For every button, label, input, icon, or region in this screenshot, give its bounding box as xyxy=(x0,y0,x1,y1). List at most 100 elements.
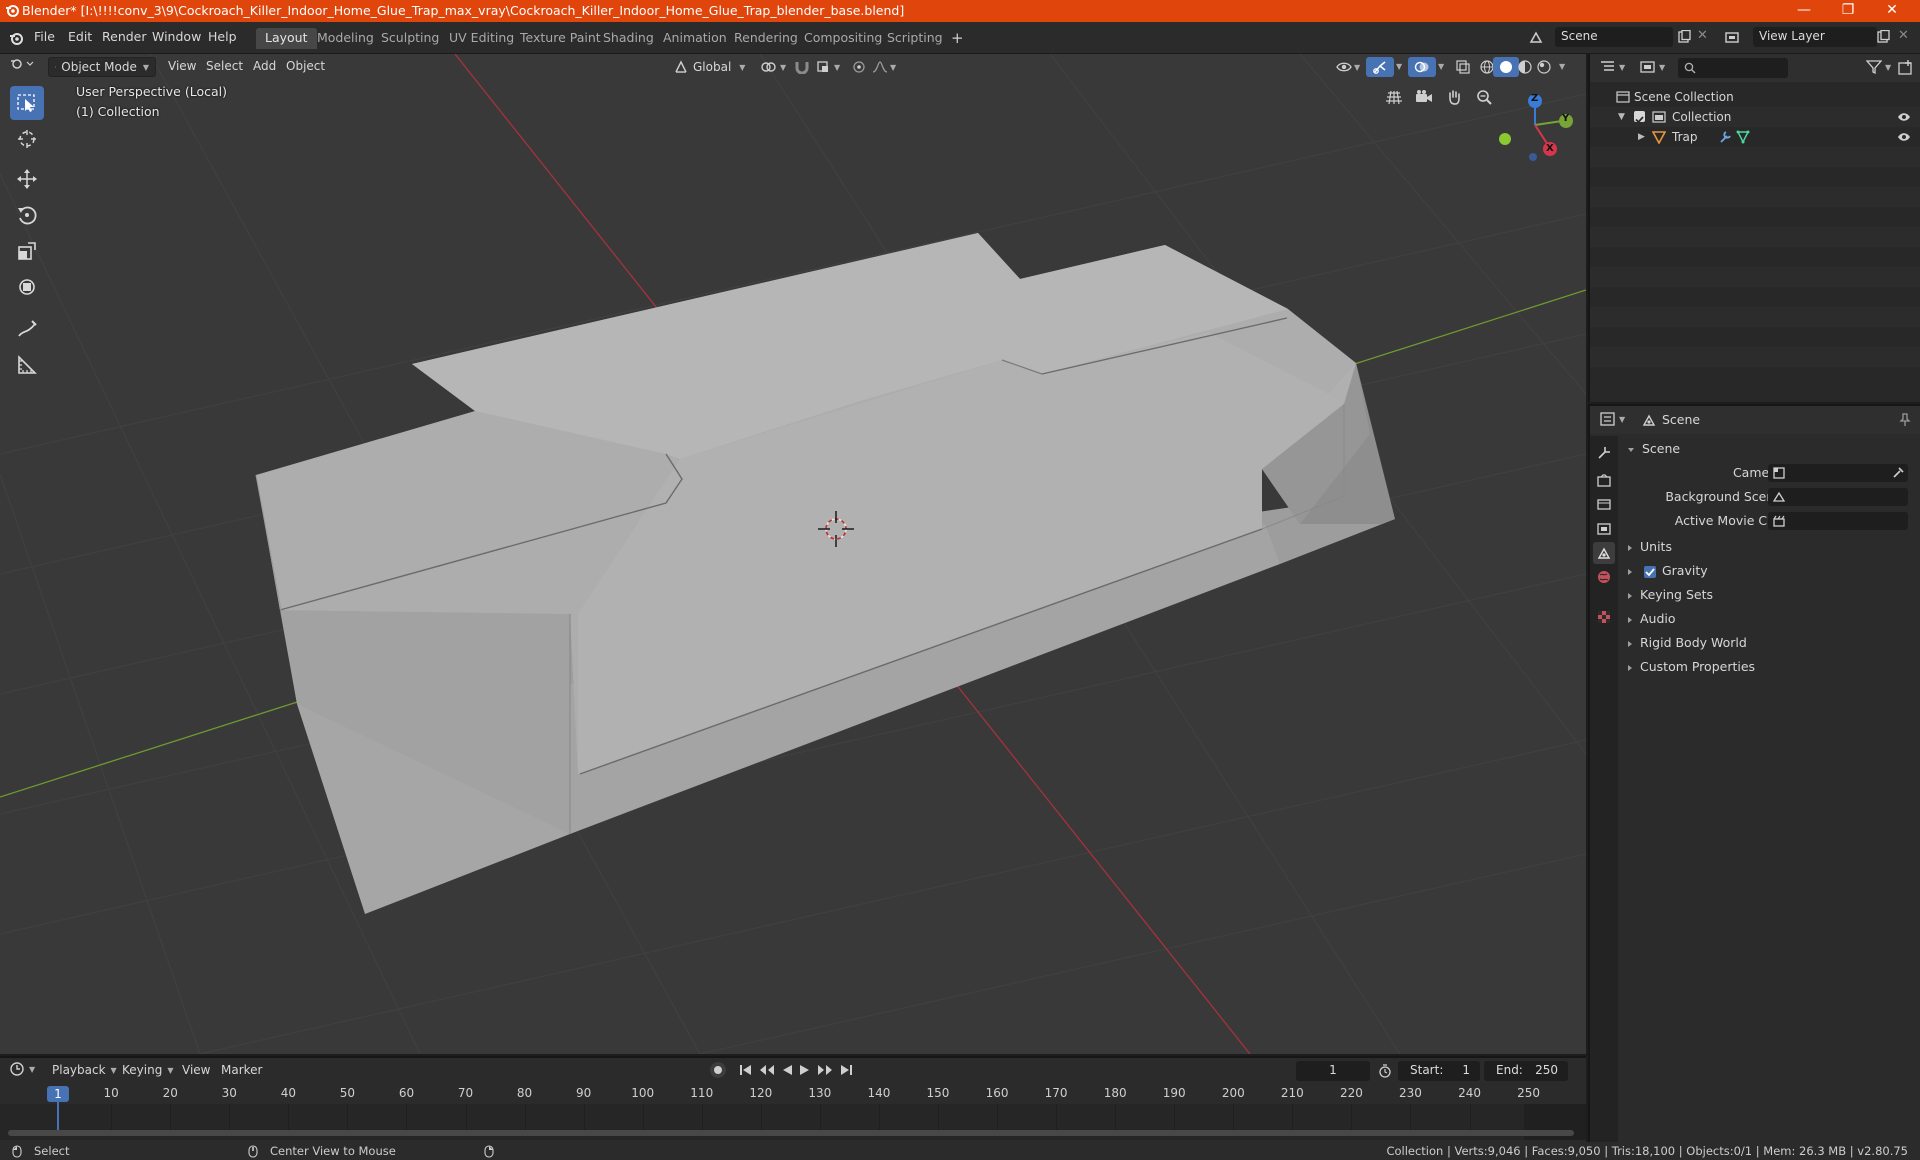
timeline-editor-type-button[interactable]: ▼ xyxy=(10,1062,35,1076)
add-workspace-button[interactable]: + xyxy=(942,28,973,49)
gizmo-neg-z-axis[interactable] xyxy=(1529,153,1537,161)
view-layer-field[interactable]: View Layer xyxy=(1753,27,1877,47)
transform-orientation-dropdown[interactable]: Global ▼ xyxy=(668,57,751,77)
tab-view-layer[interactable] xyxy=(1593,518,1615,540)
menu-render[interactable]: Render xyxy=(102,29,147,44)
visibility-dropdown[interactable]: ▼ xyxy=(1330,57,1366,77)
annotate-tool[interactable] xyxy=(10,312,44,346)
collection-checkbox[interactable] xyxy=(1634,111,1645,124)
rigid-body-world-section[interactable]: Rigid Body World xyxy=(1618,632,1920,654)
close-window-button[interactable]: ✕ xyxy=(1870,0,1914,22)
tab-texture[interactable] xyxy=(1593,606,1615,628)
playhead-frame-indicator[interactable]: 1 xyxy=(47,1086,69,1102)
measure-tool[interactable] xyxy=(10,348,44,382)
tab-render[interactable] xyxy=(1593,470,1615,492)
scene-selector-field[interactable]: Scene xyxy=(1555,27,1673,47)
display-mode-dropdown[interactable]: ▼ xyxy=(1640,60,1665,74)
tab-scene[interactable] xyxy=(1593,542,1615,564)
keying-menu[interactable]: Keying ▼ xyxy=(122,1063,173,1077)
rotate-tool[interactable] xyxy=(10,198,44,232)
shading-options-chevron-icon[interactable]: ▼ xyxy=(1553,57,1571,77)
menu-add[interactable]: Add xyxy=(247,57,282,77)
jump-keyframe-back-button[interactable] xyxy=(758,1063,776,1077)
mesh-data-icon[interactable] xyxy=(1736,130,1750,144)
scene-icon[interactable] xyxy=(1528,30,1544,46)
active-movie-clip-field[interactable] xyxy=(1768,512,1908,530)
eyedropper-icon[interactable] xyxy=(1892,466,1905,479)
tab-output[interactable] xyxy=(1593,494,1615,516)
proportional-falloff-dropdown[interactable]: ▼ xyxy=(866,57,902,77)
tab-sculpting[interactable]: Sculpting xyxy=(372,28,448,49)
scale-tool[interactable] xyxy=(10,234,44,268)
overlays-options-chevron-icon[interactable]: ▼ xyxy=(1432,57,1450,77)
menu-file[interactable]: File xyxy=(34,29,55,44)
stopwatch-icon[interactable] xyxy=(1378,1064,1392,1078)
mode-selector-dropdown[interactable]: Object Mode ▼ xyxy=(48,57,156,77)
timeline-ruler-area[interactable]: 10 20 30 40 50 60 70 80 90 100 110 120 130 140 150 160 1… xyxy=(0,1084,1586,1140)
new-view-layer-icon[interactable] xyxy=(1876,30,1890,44)
properties-editor-type-button[interactable]: ▼ xyxy=(1600,412,1625,426)
units-section[interactable]: Units xyxy=(1618,536,1920,558)
editor-type-button[interactable] xyxy=(6,57,40,77)
custom-properties-section[interactable]: Custom Properties xyxy=(1618,656,1920,678)
eye-icon[interactable] xyxy=(1897,112,1911,122)
modifier-wrench-icon[interactable] xyxy=(1718,130,1732,144)
jump-keyframe-forward-button[interactable] xyxy=(816,1063,834,1077)
camera-field[interactable] xyxy=(1768,464,1908,482)
timeline-menu-view[interactable]: View xyxy=(182,1063,210,1077)
tab-shading[interactable]: Shading xyxy=(594,28,663,49)
menu-help[interactable]: Help xyxy=(208,29,237,44)
expand-collection-icon[interactable]: ▼ xyxy=(1618,107,1625,127)
gravity-checkbox[interactable] xyxy=(1643,565,1656,578)
expand-object-icon[interactable]: ▶ xyxy=(1638,127,1645,147)
playback-menu[interactable]: Playback ▼ xyxy=(52,1063,117,1077)
new-collection-button[interactable] xyxy=(1898,60,1914,79)
delete-view-layer-icon[interactable]: ✕ xyxy=(1898,28,1909,43)
audio-section[interactable]: Audio xyxy=(1618,608,1920,630)
outliner-row-trap[interactable]: ▶ Trap xyxy=(1590,127,1920,147)
timeline-scrollbar[interactable] xyxy=(8,1130,1574,1136)
gizmo-neg-y-axis[interactable] xyxy=(1499,133,1511,145)
outliner-row-collection[interactable]: ▼ Collection xyxy=(1590,107,1920,127)
menu-select[interactable]: Select xyxy=(200,57,249,77)
move-tool[interactable] xyxy=(10,162,44,196)
minimize-button[interactable]: — xyxy=(1782,0,1826,22)
cursor-tool[interactable] xyxy=(10,122,44,156)
select-box-tool[interactable] xyxy=(10,86,44,120)
filter-dropdown[interactable]: ▼ xyxy=(1866,60,1891,74)
delete-scene-icon[interactable]: ✕ xyxy=(1697,28,1708,43)
current-frame-field[interactable]: 1 xyxy=(1296,1061,1370,1081)
menu-view[interactable]: View xyxy=(162,57,202,77)
pin-icon[interactable] xyxy=(1898,413,1912,427)
view-layer-icon[interactable] xyxy=(1724,30,1740,46)
jump-end-button[interactable] xyxy=(838,1063,854,1077)
3d-viewport[interactable]: Z Y X User Perspective (Local) (1) Colle… xyxy=(0,54,1586,1054)
menu-window[interactable]: Window xyxy=(152,29,201,44)
outliner-editor-type-button[interactable]: ▼ xyxy=(1600,60,1625,74)
record-button[interactable] xyxy=(710,1062,726,1078)
pivot-point-dropdown[interactable]: ▼ xyxy=(754,57,792,77)
new-scene-icon[interactable] xyxy=(1677,30,1691,44)
menu-object[interactable]: Object xyxy=(280,57,331,77)
maximize-button[interactable]: ❐ xyxy=(1826,0,1870,22)
start-frame-field[interactable]: Start: 1 xyxy=(1398,1061,1480,1081)
transform-tool[interactable] xyxy=(10,270,44,304)
toggle-grid-view-button[interactable] xyxy=(1380,83,1408,111)
eye-icon[interactable] xyxy=(1897,132,1911,142)
outliner-row-scene-collection[interactable]: Scene Collection xyxy=(1590,87,1920,107)
blender-menu-icon[interactable] xyxy=(9,31,23,45)
xray-toggle-button[interactable] xyxy=(1450,57,1476,77)
menu-edit[interactable]: Edit xyxy=(68,29,92,44)
keying-sets-section[interactable]: Keying Sets xyxy=(1618,584,1920,606)
snap-target-dropdown[interactable]: ▼ xyxy=(810,57,846,77)
scene-panel-header[interactable]: Scene xyxy=(1618,438,1920,460)
timeline-menu-marker[interactable]: Marker xyxy=(221,1063,262,1077)
end-frame-field[interactable]: End: 250 xyxy=(1484,1061,1568,1081)
background-scene-field[interactable] xyxy=(1768,488,1908,506)
viewport-scene[interactable] xyxy=(0,54,1586,1054)
play-reverse-button[interactable] xyxy=(780,1063,794,1077)
tab-animation[interactable]: Animation xyxy=(654,28,736,49)
zoom-view-button[interactable] xyxy=(1470,83,1498,111)
gizmo-options-chevron-icon[interactable]: ▼ xyxy=(1390,57,1408,77)
gravity-section[interactable]: Gravity xyxy=(1618,560,1920,582)
